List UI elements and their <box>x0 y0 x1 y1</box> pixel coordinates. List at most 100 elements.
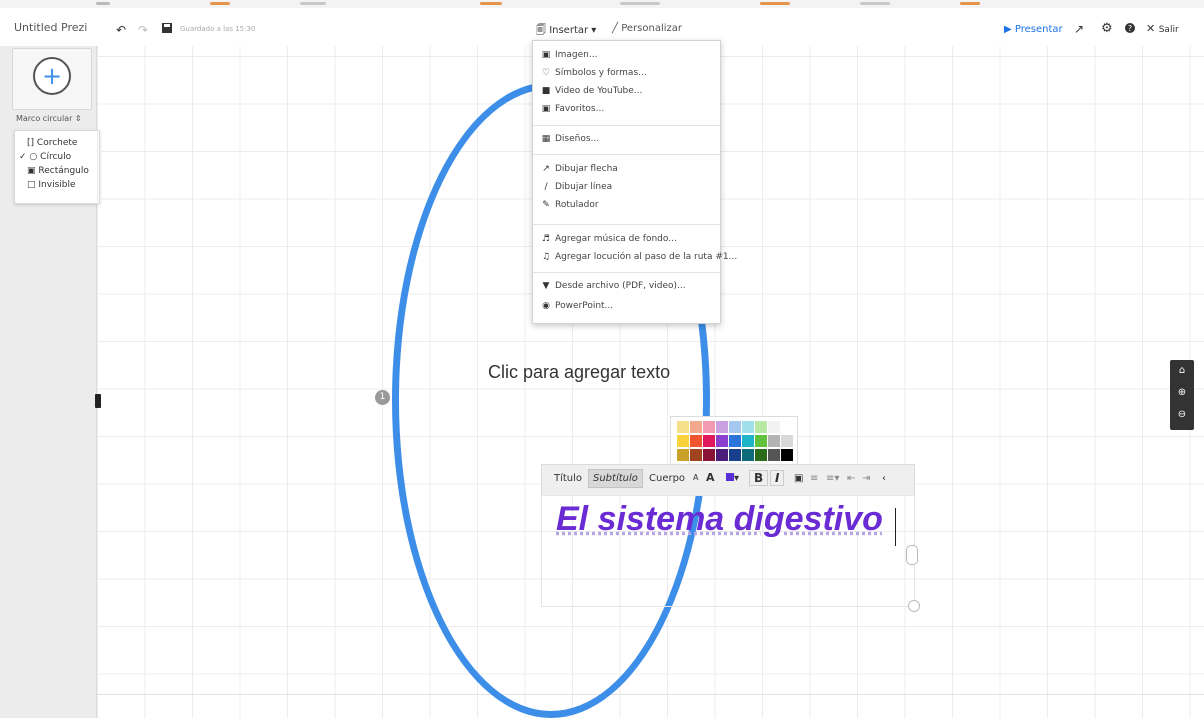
close-icon: ✕ <box>1146 22 1156 35</box>
collapse-chevron-icon[interactable]: ‹ <box>882 473 886 484</box>
home-icon[interactable]: ⌂ <box>1170 360 1194 382</box>
insert-button[interactable]: 🗐 Insertar ▾ <box>536 23 596 40</box>
add-frame-button[interactable]: + <box>33 57 71 95</box>
zoom-out-icon[interactable]: ⊖ <box>1170 404 1194 426</box>
color-swatch[interactable] <box>729 421 741 433</box>
music-icon: ♬ <box>541 234 551 244</box>
undo-icon[interactable]: ↶ <box>116 23 126 37</box>
main-text[interactable]: El sistema digestivo <box>556 500 883 539</box>
left-edge-handle[interactable] <box>95 394 101 408</box>
powerpoint-icon: ◉ <box>542 301 550 311</box>
menu-item-powerpoint[interactable]: ◉ PowerPoint... <box>541 301 613 311</box>
background-icon[interactable]: ▣ <box>794 473 803 484</box>
bracket-icon: [] <box>27 138 35 148</box>
style-title-button[interactable]: Título <box>554 473 582 484</box>
outdent-icon[interactable]: ⇤ <box>847 473 855 484</box>
text-cursor <box>895 508 896 546</box>
color-swatch[interactable] <box>755 449 767 461</box>
color-swatch[interactable] <box>768 421 780 433</box>
color-swatch[interactable] <box>729 449 741 461</box>
circle-icon: ○ <box>29 152 38 162</box>
color-swatch[interactable] <box>703 449 715 461</box>
color-swatch[interactable] <box>755 435 767 447</box>
redo-icon[interactable]: ↷ <box>138 23 148 37</box>
svg-text:?: ? <box>1128 24 1132 33</box>
color-swatch[interactable] <box>677 421 689 433</box>
color-swatch[interactable] <box>742 421 754 433</box>
menu-item-youtube[interactable]: ■ Video de YouTube... <box>541 86 643 96</box>
color-swatch[interactable] <box>781 421 793 433</box>
color-swatch[interactable] <box>716 435 728 447</box>
text-color-button[interactable]: ▾ <box>726 473 739 484</box>
menu-item-marker[interactable]: ✎ Rotulador <box>541 200 598 210</box>
style-body-button[interactable]: Cuerpo <box>649 473 685 484</box>
favorites-icon: ▣ <box>541 104 551 114</box>
symbols-icon: ♡ <box>541 68 551 78</box>
color-swatch[interactable] <box>742 449 754 461</box>
image-icon: ▣ <box>541 50 551 60</box>
bold-button[interactable]: B <box>749 470 769 486</box>
color-swatch[interactable] <box>781 435 793 447</box>
color-swatch[interactable] <box>690 449 702 461</box>
menu-item-voiceover[interactable]: ♫ Agregar locución al paso de la ruta #1.… <box>541 252 737 262</box>
menu-item-symbols[interactable]: ♡ Símbolos y formas... <box>541 68 647 78</box>
color-swatch[interactable] <box>703 421 715 433</box>
frame-option-bracket[interactable]: [] Corchete <box>27 138 77 148</box>
corner-handle[interactable] <box>908 600 920 612</box>
color-swatch[interactable] <box>768 449 780 461</box>
indent-icon[interactable]: ⇥ <box>862 473 870 484</box>
color-swatch[interactable] <box>768 435 780 447</box>
menu-item-music[interactable]: ♬ Agregar música de fondo... <box>541 234 677 244</box>
exit-button[interactable]: ✕ Salir <box>1146 22 1179 35</box>
frame-type-select[interactable]: Marco circular ⇕ <box>16 114 82 123</box>
color-swatch[interactable] <box>690 421 702 433</box>
path-step-badge[interactable]: 1 <box>375 390 390 405</box>
zoom-in-icon[interactable]: ⊕ <box>1170 382 1194 404</box>
present-button[interactable]: ▶ Presentar <box>1004 24 1063 35</box>
color-swatch[interactable] <box>755 421 767 433</box>
menu-separator <box>533 154 720 155</box>
check-icon: ✓ <box>19 152 27 162</box>
color-swatch[interactable] <box>716 421 728 433</box>
youtube-icon: ■ <box>541 86 551 96</box>
save-icon[interactable] <box>162 23 172 36</box>
canvas-bottom-line <box>97 694 1204 695</box>
rectangle-icon: ▣ <box>27 166 36 176</box>
frame-type-menu: [] Corchete ✓ ○ Círculo ▣ Rectángulo □ I… <box>14 130 100 204</box>
decrease-font-icon[interactable]: A <box>693 473 698 482</box>
frame-option-invisible[interactable]: □ Invisible <box>27 180 76 190</box>
share-icon[interactable]: ↗ <box>1074 22 1084 36</box>
customize-button[interactable]: ╱ Personalizar <box>612 23 682 34</box>
italic-button[interactable]: I <box>770 470 785 486</box>
menu-item-layouts[interactable]: ▦ Diseños... <box>541 134 599 144</box>
help-icon[interactable]: ? <box>1125 23 1135 36</box>
line-icon: ∕ <box>544 182 548 192</box>
style-subtitle-button[interactable]: Subtítulo <box>588 469 643 488</box>
frame-option-circle[interactable]: ✓ ○ Círculo <box>19 152 71 162</box>
list-icon[interactable]: ≡ <box>810 473 818 484</box>
menu-item-favorites[interactable]: ▣ Favoritos... <box>541 104 604 114</box>
color-swatch[interactable] <box>690 435 702 447</box>
settings-icon[interactable]: ⚙ <box>1101 21 1113 36</box>
menu-item-line[interactable]: ∕ Dibujar línea <box>541 182 612 192</box>
menu-item-file[interactable]: ▼ Desde archivo (PDF, video)... <box>541 281 686 291</box>
resize-handle[interactable] <box>906 545 918 565</box>
menu-item-arrow[interactable]: ↗ Dibujar flecha <box>541 164 618 174</box>
color-swatch[interactable] <box>677 435 689 447</box>
menu-item-image[interactable]: ▣ Imagen... <box>541 50 598 60</box>
prezi-title[interactable]: Untitled Prezi <box>14 21 87 34</box>
color-swatch[interactable] <box>781 449 793 461</box>
text-format-toolbar: Título Subtítulo Cuerpo A A ▾ B I ▣ ≡ ≡▾… <box>541 464 915 496</box>
align-icon[interactable]: ≡▾ <box>826 473 839 484</box>
frame-option-rectangle[interactable]: ▣ Rectángulo <box>27 166 89 176</box>
color-swatch[interactable] <box>677 449 689 461</box>
color-swatch[interactable] <box>716 449 728 461</box>
placeholder-text[interactable]: Clic para agregar texto <box>488 362 670 383</box>
color-swatch[interactable] <box>742 435 754 447</box>
color-swatch[interactable] <box>703 435 715 447</box>
arrow-icon: ↗ <box>542 164 550 174</box>
increase-font-icon[interactable]: A <box>706 471 715 484</box>
layouts-icon: ▦ <box>541 134 551 144</box>
color-swatch[interactable] <box>729 435 741 447</box>
menu-separator <box>533 224 720 225</box>
